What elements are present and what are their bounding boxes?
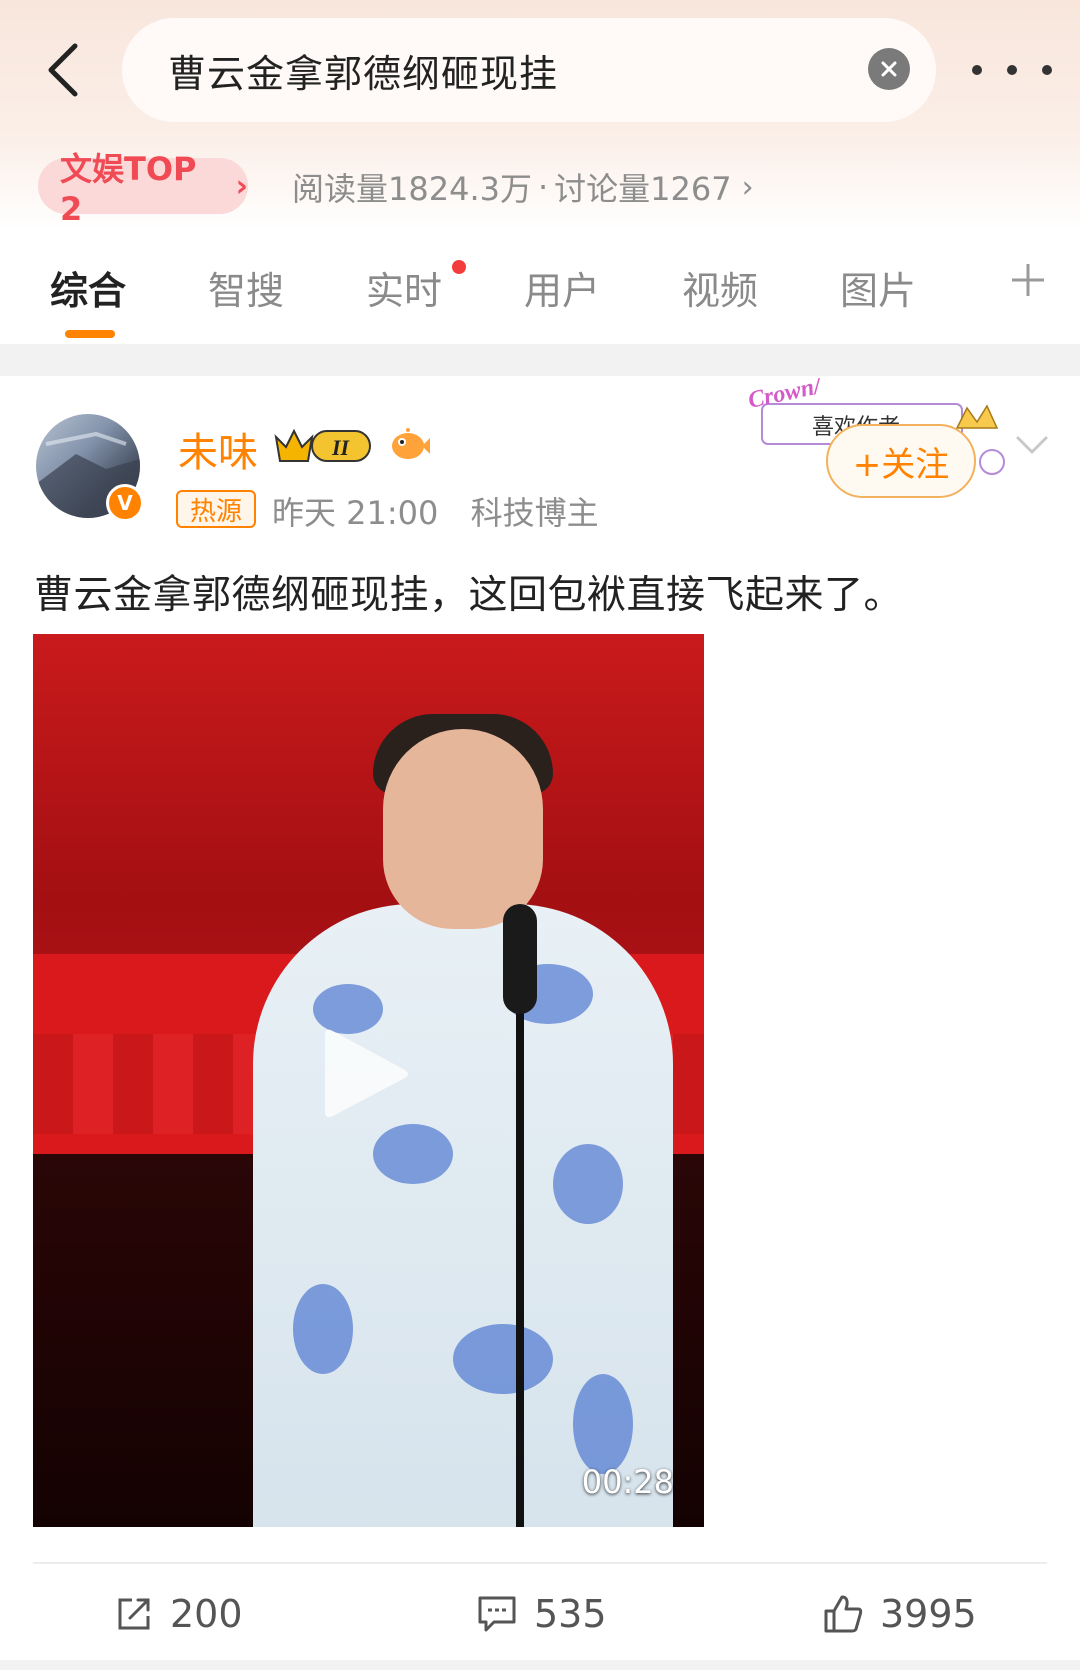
post-text: 曹云金拿郭德纲砸现挂，这回包袱直接飞起来了。 — [34, 573, 904, 618]
post-meta: 昨天 21:00 科技博主 — [272, 488, 599, 534]
active-tab-indicator — [65, 330, 115, 338]
pufferfish-icon — [392, 428, 430, 459]
topic-rank-badge[interactable]: 文娱TOP 2 › — [38, 150, 248, 228]
tab-users[interactable]: 用户 — [524, 260, 600, 315]
more-options-button[interactable] — [972, 52, 1052, 88]
more-dot-icon — [972, 65, 982, 75]
more-dot-icon — [1007, 65, 1017, 75]
post-time: 昨天 21:00 — [272, 494, 439, 532]
video-player[interactable]: 00:28 — [33, 634, 704, 1527]
verified-badge-icon: V — [106, 484, 144, 522]
stats-separator: · — [537, 168, 549, 206]
like-count: 3995 — [880, 1592, 977, 1636]
read-count: 阅读量1824.3万 — [292, 170, 532, 208]
clear-search-button[interactable] — [868, 48, 910, 90]
comment-count: 535 — [534, 1592, 607, 1636]
author-category: 科技博主 — [470, 494, 599, 532]
chevron-right-icon: › — [741, 169, 754, 205]
share-icon — [118, 1598, 150, 1630]
repost-count: 200 — [170, 1592, 243, 1636]
thumbs-up-icon — [824, 1595, 863, 1633]
tab-smart-search[interactable]: 智搜 — [208, 260, 284, 315]
action-divider — [33, 1562, 1047, 1564]
level-text: II — [331, 435, 351, 460]
rank-label: 文娱TOP 2 — [60, 150, 197, 228]
back-button[interactable] — [38, 40, 88, 100]
username[interactable]: 未味 — [178, 420, 258, 478]
chevron-right-icon: › — [235, 168, 248, 204]
comment-icon — [478, 1596, 516, 1632]
chevron-down-icon[interactable] — [1012, 430, 1052, 460]
like-button[interactable]: 3995 — [822, 1586, 977, 1642]
comment-button[interactable]: 535 — [476, 1586, 607, 1642]
bottom-divider — [0, 1660, 1080, 1670]
tab-video[interactable]: 视频 — [682, 260, 758, 315]
video-duration: 00:28 — [581, 1463, 674, 1501]
topic-stats[interactable]: 阅读量1824.3万 · 讨论量1267 › — [292, 162, 754, 212]
section-divider — [0, 344, 1080, 376]
performer-robe — [253, 904, 673, 1527]
follow-button[interactable]: +关注 — [826, 424, 976, 498]
search-input[interactable]: 曹云金拿郭德纲砸现挂 — [122, 18, 936, 122]
search-tabs: 综合 智搜 实时 用户 视频 图片 — [0, 240, 1080, 344]
discussion-count: 讨论量1267 — [554, 170, 732, 208]
member-level-badge-icon: II — [274, 428, 371, 462]
repost-button[interactable]: 200 — [114, 1586, 243, 1642]
tab-images[interactable]: 图片 — [840, 260, 916, 315]
tab-comprehensive[interactable]: 综合 — [50, 260, 126, 315]
tab-realtime[interactable]: 实时 — [366, 260, 442, 315]
search-query: 曹云金拿郭德纲砸现挂 — [168, 51, 559, 96]
microphone — [503, 904, 537, 1014]
performer-head — [383, 729, 543, 929]
mic-stand — [516, 924, 524, 1527]
close-icon — [881, 61, 897, 77]
notification-dot — [452, 260, 466, 274]
more-dot-icon — [1042, 65, 1052, 75]
back-arrow-icon — [48, 43, 78, 97]
hot-source-tag: 热源 — [176, 490, 256, 528]
add-tab-icon[interactable] — [1008, 260, 1048, 300]
play-icon[interactable] — [321, 1024, 411, 1124]
